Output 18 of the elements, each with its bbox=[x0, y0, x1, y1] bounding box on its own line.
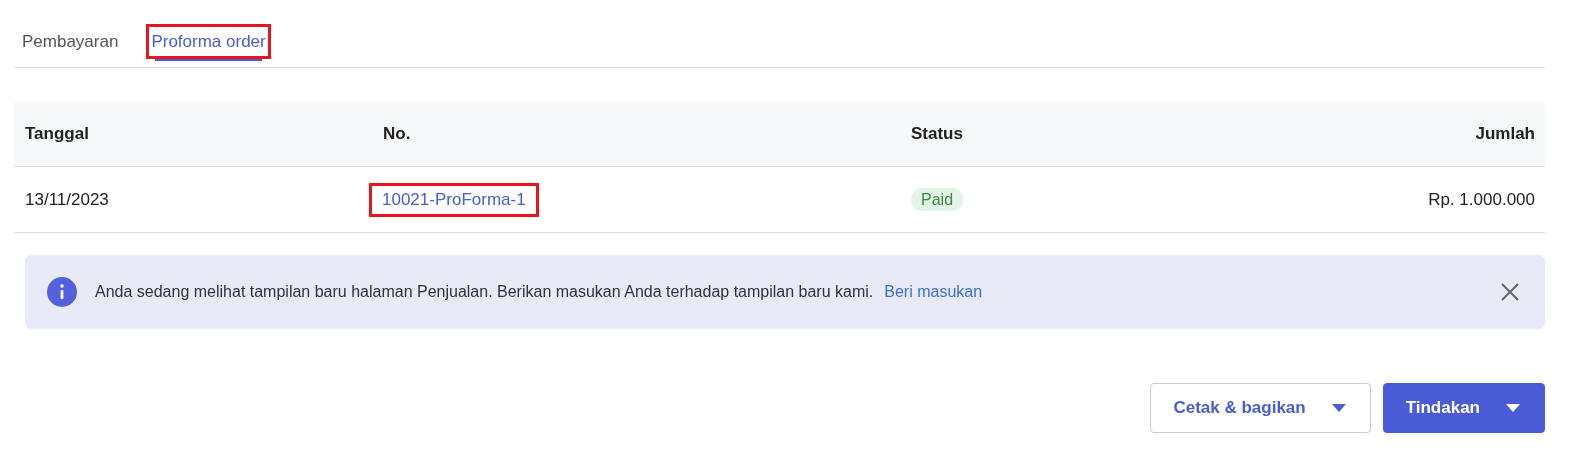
column-header: Jumlah bbox=[1474, 124, 1536, 144]
info-icon bbox=[47, 277, 77, 307]
notice-text: Anda sedang melihat tampilan baru halaman Penjualan. Berikan masukan Anda terhadap tampilan baru kami. bbox=[95, 283, 874, 301]
tab[interactable]: Proforma order bbox=[146, 24, 271, 59]
column-header: No. bbox=[382, 124, 412, 144]
column-header: Status bbox=[910, 124, 964, 144]
dropdown-button[interactable]: Tindakan bbox=[1382, 383, 1545, 433]
close-icon[interactable] bbox=[1501, 283, 1519, 301]
dropdown-button[interactable]: Cetak & bagikan bbox=[1150, 383, 1371, 433]
status-badge: Paid bbox=[911, 187, 964, 211]
table-cell-text: 13/11/2023 bbox=[24, 189, 110, 210]
caret-icon bbox=[1331, 404, 1346, 412]
feedback-link[interactable]: Beri masukan bbox=[884, 283, 983, 301]
tab[interactable]: Pembayaran bbox=[20, 24, 121, 68]
table-cell-text: Rp. 1.000.000 bbox=[1427, 189, 1536, 210]
caret-icon bbox=[1506, 404, 1520, 412]
column-header: Tanggal bbox=[24, 124, 90, 144]
order-link[interactable]: 10021-ProForma-1 bbox=[369, 182, 539, 217]
